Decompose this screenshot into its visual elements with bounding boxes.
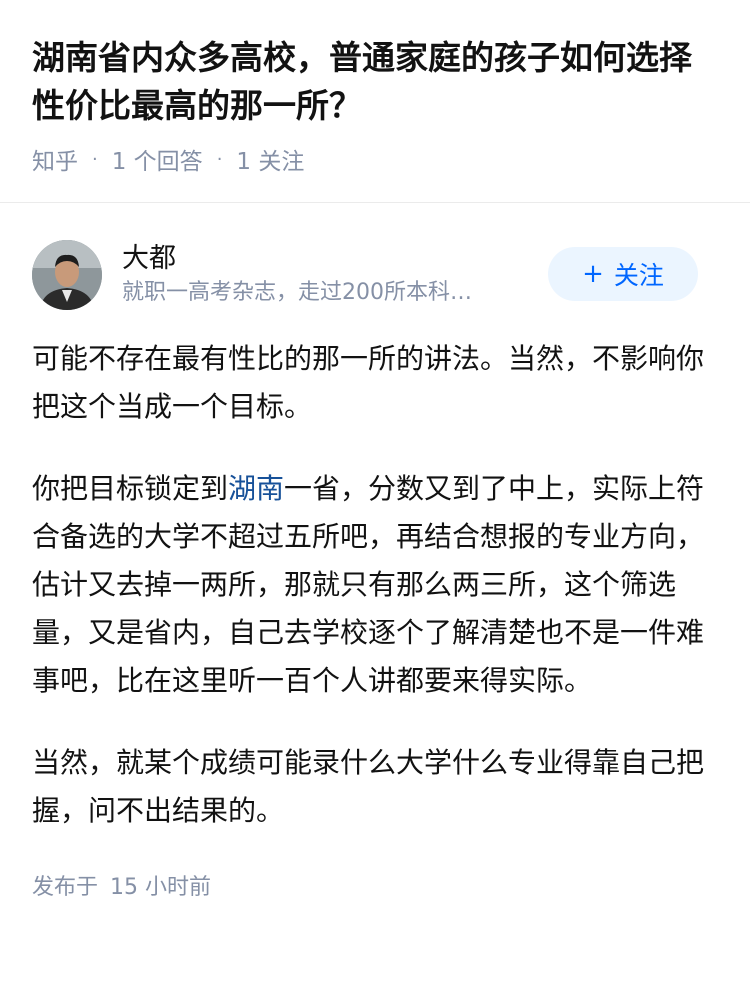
paragraph: 你把目标锁定到湖南一省，分数又到了中上，实际上符合备选的大学不超过五所吧，再结合…: [32, 465, 718, 705]
author-bio: 就职一高考杂志，走过200所本科…: [122, 280, 472, 305]
follower-count[interactable]: 1 关注: [236, 142, 304, 176]
avatar[interactable]: [32, 240, 102, 310]
question-header: 湖南省内众多高校，普通家庭的孩子如何选择性价比最高的那一所？ 知乎 · 1 个回…: [0, 0, 750, 176]
author-name[interactable]: 大都: [122, 241, 522, 277]
plus-icon: +: [582, 259, 604, 289]
meta-separator: ·: [216, 148, 223, 170]
author-row: 大都 就职一高考杂志，走过200所本科… + 关注: [32, 235, 718, 315]
publish-time: 15 小时前: [110, 875, 212, 900]
follow-label: 关注: [613, 261, 664, 290]
publish-label: 发布于: [32, 875, 99, 900]
answer-card: 大都 就职一高考杂志，走过200所本科… + 关注 可能不存在最有性比的那一所的…: [0, 235, 750, 901]
paragraph: 可能不存在最有性比的那一所的讲法。当然，不影响你把这个当成一个目标。: [32, 342, 705, 423]
source-label[interactable]: 知乎: [32, 142, 78, 176]
topic-link-hunan[interactable]: 湖南: [228, 472, 284, 505]
paragraph: 当然，就某个成绩可能录什么大学什么专业得靠自己把握，问不出结果的。: [32, 746, 705, 827]
meta-separator: ·: [92, 148, 98, 170]
divider: [0, 202, 750, 203]
question-title[interactable]: 湖南省内众多高校，普通家庭的孩子如何选择性价比最高的那一所？: [32, 34, 718, 130]
avatar-image: [32, 240, 102, 310]
paragraph-text: 一省，分数又到了中上，实际上符合备选的大学不超过五所吧，再结合想报的专业方向，估…: [32, 472, 705, 697]
answer-content: 可能不存在最有性比的那一所的讲法。当然，不影响你把这个当成一个目标。 你把目标锁…: [32, 335, 718, 835]
publish-info: 发布于 15 小时前: [32, 869, 718, 901]
follow-button[interactable]: + 关注: [548, 247, 698, 301]
answer-count[interactable]: 1 个回答: [112, 142, 203, 176]
question-meta: 知乎 · 1 个回答 · 1 关注: [32, 142, 718, 176]
author-info: 大都 就职一高考杂志，走过200所本科…: [122, 241, 522, 309]
paragraph-text: 你把目标锁定到: [32, 472, 229, 505]
